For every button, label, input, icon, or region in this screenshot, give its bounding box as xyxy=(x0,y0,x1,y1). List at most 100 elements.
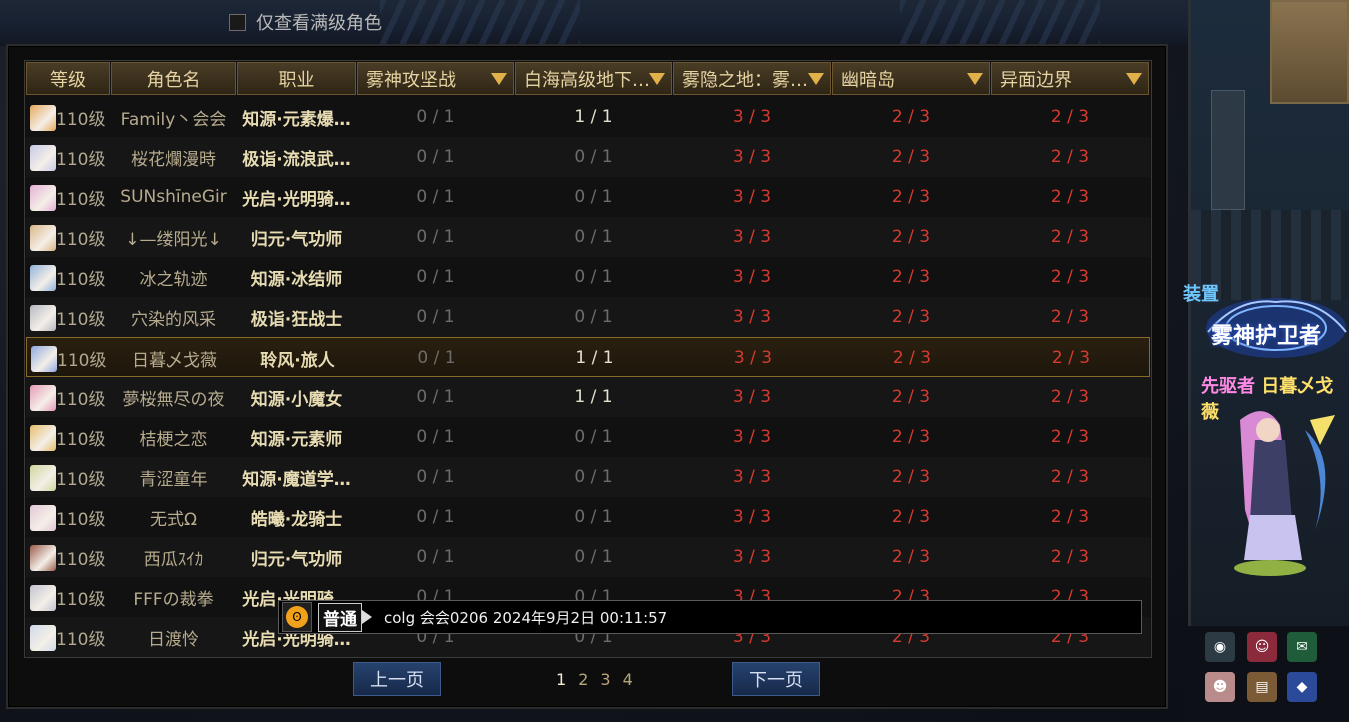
dropdown-arrow-icon[interactable] xyxy=(649,73,665,85)
character-level: 110级 xyxy=(56,629,106,650)
clear-count-1: 0 / 1 xyxy=(416,147,455,167)
table-row[interactable]: 110级 夢桜無尽の夜 知源·小魔女 0 / 1 1 / 1 3 / 3 2 / 3 2 / … xyxy=(26,377,1150,417)
character-avatar-icon xyxy=(31,346,57,372)
chat-channel-tag[interactable]: 普通 xyxy=(318,602,362,632)
character-name: 西瓜ｽｲｶ xyxy=(143,549,204,570)
clear-count-1: 0 / 1 xyxy=(416,467,455,487)
character-name: 日暮乄戈薇 xyxy=(132,350,217,371)
clear-count-1: 0 / 1 xyxy=(417,348,456,368)
character-level: 110级 xyxy=(57,350,107,371)
table-row[interactable]: 110级 Family丶会会 知源·元素爆… 0 / 1 1 / 1 3 / 3 2 / 3… xyxy=(26,97,1150,137)
column-header-label: 异面边界 xyxy=(1000,69,1072,91)
clear-count-3: 3 / 3 xyxy=(732,307,772,327)
clear-count-3: 3 / 3 xyxy=(732,147,772,167)
clear-count-1: 0 / 1 xyxy=(416,267,455,287)
clear-count-5: 2 / 3 xyxy=(1050,107,1090,127)
table-row[interactable]: 110级 桔梗之恋 知源·元素师 0 / 1 0 / 1 3 / 3 2 / 3 2 / 3 xyxy=(26,417,1150,457)
clear-count-5: 2 / 3 xyxy=(1050,467,1090,487)
character-table: 等级 角色名 职业 雾神攻坚战 白海高级地下… 雾隐之地：雾… 幽暗岛 异面边界 110级 Fam… xyxy=(24,60,1152,658)
page-number[interactable]: 2 xyxy=(578,670,588,689)
column-header[interactable]: 异面边界 xyxy=(991,62,1149,95)
column-header[interactable]: 雾隐之地：雾… xyxy=(673,62,831,95)
column-header[interactable]: 白海高级地下… xyxy=(515,62,672,95)
character-job: 归元·气功师 xyxy=(250,549,343,570)
background-decoration xyxy=(380,0,580,46)
character-portrait-icon[interactable]: ☻ xyxy=(1205,672,1235,702)
character-job: 知源·小魔女 xyxy=(250,389,343,410)
character-job: 知源·元素师 xyxy=(250,429,343,450)
emote-face-icon[interactable]: ʘ xyxy=(282,602,312,632)
clear-count-5: 2 / 3 xyxy=(1050,387,1090,407)
max-level-filter[interactable]: 仅查看满级角色 xyxy=(229,9,382,35)
clear-count-2: 0 / 1 xyxy=(574,187,613,207)
max-level-checkbox[interactable] xyxy=(229,13,246,31)
column-header: 等级 xyxy=(26,62,110,95)
character-level: 110级 xyxy=(56,549,106,570)
clear-count-2: 1 / 1 xyxy=(574,107,613,127)
table-row[interactable]: 110级 青涩童年 知源·魔道学… 0 / 1 0 / 1 3 / 3 2 / 3 2 / 3 xyxy=(26,457,1150,497)
clear-count-4: 2 / 3 xyxy=(891,507,931,527)
dropdown-arrow-icon[interactable] xyxy=(808,73,824,85)
top-background xyxy=(0,0,1190,46)
dropdown-arrow-icon[interactable] xyxy=(967,73,983,85)
column-header[interactable]: 雾神攻坚战 xyxy=(357,62,514,95)
clear-count-2: 0 / 1 xyxy=(574,427,613,447)
clear-count-1: 0 / 1 xyxy=(416,107,455,127)
companion-icon[interactable]: ☺ xyxy=(1247,632,1277,662)
chat-message: colg 会会0206 2024年9月2日 00:11:57 xyxy=(384,608,668,627)
dropdown-arrow-icon[interactable] xyxy=(1126,73,1142,85)
next-page-button[interactable]: 下一页 xyxy=(732,662,820,696)
character-name: Family丶会会 xyxy=(120,109,227,130)
table-row[interactable]: 110级 SUNshīneGir 光启·光明骑… 0 / 1 0 / 1 3 / 3 2 /… xyxy=(26,177,1150,217)
clear-count-5: 2 / 3 xyxy=(1050,547,1090,567)
clear-count-5: 2 / 3 xyxy=(1050,227,1090,247)
character-level: 110级 xyxy=(56,229,106,250)
message-icon[interactable]: ✉ xyxy=(1287,632,1317,662)
table-row[interactable]: 110级 ↓—缕阳光↓ 归元·气功师 0 / 1 0 / 1 3 / 3 2 / 3 2 / … xyxy=(26,217,1150,257)
clear-count-4: 2 / 3 xyxy=(891,227,931,247)
table-row[interactable]: 110级 冰之轨迹 知源·冰结师 0 / 1 0 / 1 3 / 3 2 / 3 2 / 3 xyxy=(26,257,1150,297)
table-row[interactable]: 110级 无式Ω 皓曦·龙骑士 0 / 1 0 / 1 3 / 3 2 / 3 2 / 3 xyxy=(26,497,1150,537)
table-row[interactable]: 110级 日暮乄戈薇 聆风·旅人 0 / 1 1 / 1 3 / 3 2 / 3 2 / 3 xyxy=(26,337,1150,377)
clear-count-2: 1 / 1 xyxy=(575,348,614,368)
column-header-label: 雾隐之地：雾… xyxy=(682,69,808,91)
clear-count-5: 2 / 3 xyxy=(1050,267,1090,287)
clear-count-4: 2 / 3 xyxy=(891,427,931,447)
clear-count-3: 3 / 3 xyxy=(732,227,772,247)
character-name: SUNshīneGir xyxy=(120,187,227,207)
column-header-label: 白海高级地下… xyxy=(524,69,650,91)
page-number[interactable]: 4 xyxy=(623,670,633,689)
character-level: 110级 xyxy=(56,189,106,210)
character-name: 日渡怜 xyxy=(148,629,199,650)
table-row[interactable]: 110级 西瓜ｽｲｶ 归元·气功师 0 / 1 0 / 1 3 / 3 2 / 3 2 / 3 xyxy=(26,537,1150,577)
character-title-prefix: 先驱者 xyxy=(1201,376,1255,397)
player-character-sprite[interactable] xyxy=(1210,400,1349,585)
character-job: 知源·元素爆… xyxy=(242,109,351,130)
clear-count-5: 2 / 3 xyxy=(1051,348,1091,368)
dropdown-arrow-icon[interactable] xyxy=(491,73,507,85)
chat-channel-arrow-icon[interactable] xyxy=(362,610,372,624)
character-name: 穴染的风采 xyxy=(131,309,216,330)
clear-count-1: 0 / 1 xyxy=(416,507,455,527)
book-icon[interactable]: ▤ xyxy=(1247,672,1277,702)
cube-icon[interactable]: ◆ xyxy=(1287,672,1317,702)
character-avatar-icon xyxy=(30,185,56,211)
page-number[interactable]: 1 xyxy=(556,670,566,689)
character-level: 110级 xyxy=(56,109,106,130)
character-name: 桔梗之恋 xyxy=(139,429,208,450)
table-row[interactable]: 110级 桜花爛漫時 极诣·流浪武… 0 / 1 0 / 1 3 / 3 2 / 3 2 / … xyxy=(26,137,1150,177)
clear-count-1: 0 / 1 xyxy=(416,387,455,407)
character-avatar-icon xyxy=(30,625,56,651)
column-header-label: 雾神攻坚战 xyxy=(366,69,456,91)
character-job: 归元·气功师 xyxy=(250,229,343,250)
chat-bar[interactable]: ʘ 普通 colg 会会0206 2024年9月2日 00:11:57 xyxy=(278,600,1142,634)
clear-count-5: 2 / 3 xyxy=(1050,307,1090,327)
minimap[interactable] xyxy=(1270,0,1349,104)
character-avatar-icon xyxy=(30,465,56,491)
camera-icon[interactable]: ◉ xyxy=(1205,632,1235,662)
character-avatar-icon xyxy=(30,385,56,411)
column-header[interactable]: 幽暗岛 xyxy=(832,62,990,95)
page-number[interactable]: 3 xyxy=(600,670,610,689)
prev-page-button[interactable]: 上一页 xyxy=(353,662,441,696)
table-row[interactable]: 110级 穴染的风采 极诣·狂战士 0 / 1 0 / 1 3 / 3 2 / 3 2 / 3 xyxy=(26,297,1150,337)
